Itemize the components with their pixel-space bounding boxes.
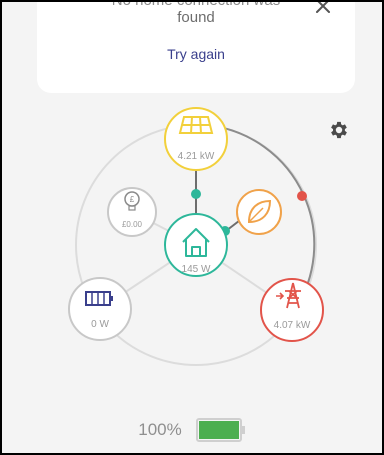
battery-value: 0 W — [91, 319, 109, 330]
grid-node[interactable]: 4.07 kW — [260, 278, 324, 342]
svg-text:£: £ — [130, 195, 135, 204]
battery-status: 100% — [2, 417, 382, 443]
battery-percent: 100% — [138, 420, 182, 439]
eco-node[interactable] — [236, 189, 282, 235]
savings-node[interactable]: £ £0.00 — [107, 187, 157, 237]
battery-level-fill — [198, 421, 239, 439]
battery-level-icon — [195, 418, 245, 442]
home-value: 145 W — [182, 264, 211, 275]
home-node[interactable]: 145 W — [164, 213, 228, 277]
solar-grid-flow-dot — [297, 191, 307, 201]
app-screen: No home connection was found Try again 4… — [0, 0, 384, 455]
energy-flow-diagram: 4.21 kW £ £0.00 145 W 0 W 4.07 kW — [68, 107, 324, 366]
grid-value: 4.07 kW — [274, 320, 311, 331]
solar-node[interactable]: 4.21 kW — [164, 107, 228, 171]
solar-home-flow-dot — [191, 189, 201, 199]
battery-node[interactable]: 0 W — [68, 277, 132, 341]
savings-value: £0.00 — [122, 220, 143, 229]
solar-value: 4.21 kW — [178, 151, 215, 162]
